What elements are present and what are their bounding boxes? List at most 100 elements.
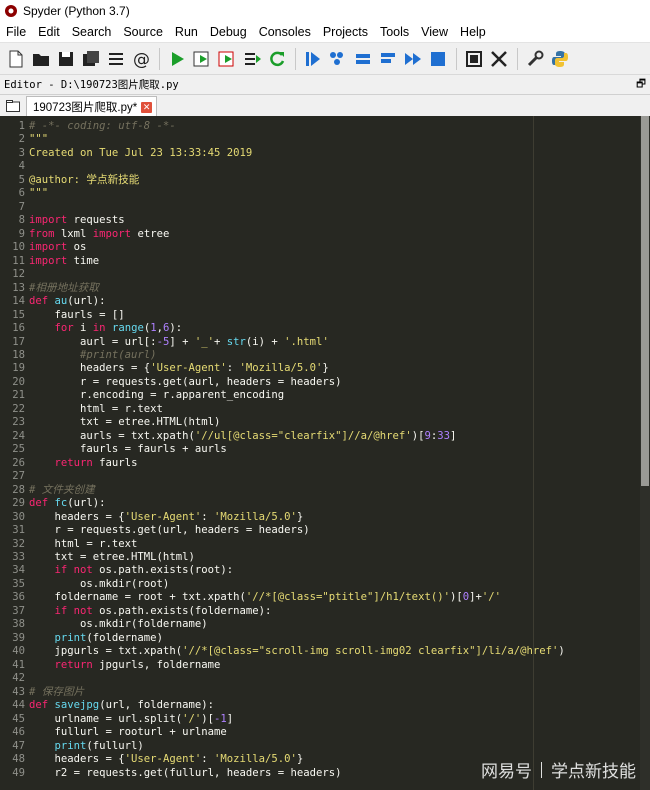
close-tab-icon[interactable]: ✕ bbox=[141, 101, 153, 113]
step-into-icon[interactable] bbox=[351, 47, 375, 71]
menu-edit[interactable]: Edit bbox=[32, 25, 66, 39]
code-line: 24 aurls = txt.xpath('//ul[@class="clear… bbox=[0, 430, 565, 443]
open-folder-icon[interactable] bbox=[29, 47, 53, 71]
scrollbar-thumb[interactable] bbox=[641, 116, 649, 486]
code-token-default: (i) + bbox=[245, 335, 285, 348]
code-token-default bbox=[29, 564, 55, 576]
code-line: 38 os.mkdir(foldername) bbox=[0, 618, 565, 631]
code-text: import os bbox=[29, 241, 86, 254]
code-text: # -*- coding: utf-8 -*- bbox=[29, 120, 176, 133]
step-icon[interactable] bbox=[326, 47, 350, 71]
menu-source[interactable]: Source bbox=[117, 25, 169, 39]
preferences-icon[interactable] bbox=[523, 47, 547, 71]
fullscreen-icon[interactable] bbox=[487, 47, 511, 71]
code-token-default: requests bbox=[67, 214, 125, 227]
code-token-builtin: print bbox=[54, 631, 87, 644]
code-text: # 保存图片 bbox=[29, 686, 84, 699]
run-cell-advance-icon[interactable] bbox=[215, 47, 239, 71]
code-line: 4 bbox=[0, 160, 565, 173]
code-token-string: '_' bbox=[194, 335, 214, 348]
run-icon[interactable] bbox=[165, 47, 189, 71]
code-text: """ bbox=[29, 187, 48, 200]
code-token-string: '//*[@class="ptitle"]/h1/text()' bbox=[245, 591, 450, 604]
code-token-keyword: import bbox=[92, 227, 132, 240]
line-number: 12 bbox=[12, 268, 25, 281]
python-path-icon[interactable] bbox=[548, 47, 572, 71]
code-token-default: fullurl = rooturl + urlname bbox=[29, 726, 227, 739]
menu-consoles[interactable]: Consoles bbox=[253, 25, 317, 39]
code-line: 43 # 保存图片 bbox=[0, 686, 565, 699]
at-icon[interactable]: @ bbox=[129, 47, 153, 71]
code-text: @author: 学点新技能 bbox=[29, 174, 139, 187]
menu-run[interactable]: Run bbox=[169, 25, 204, 39]
menu-help[interactable]: Help bbox=[454, 25, 492, 39]
undock-icon[interactable]: 🗗 bbox=[636, 76, 646, 94]
code-text: urlname = url.split('/')[-1] bbox=[29, 712, 234, 726]
continue-icon[interactable] bbox=[401, 47, 425, 71]
menu-search[interactable]: Search bbox=[66, 25, 118, 39]
code-text: aurl = url[:-5] + '_'+ str(i) + '.html' bbox=[29, 336, 329, 349]
code-text: os.mkdir(root) bbox=[29, 578, 169, 591]
list-icon[interactable] bbox=[104, 47, 128, 71]
maximize-pane-icon[interactable] bbox=[462, 47, 486, 71]
line-number: 45 bbox=[12, 712, 25, 725]
rerun-icon[interactable] bbox=[265, 47, 289, 71]
menu-tools[interactable]: Tools bbox=[374, 25, 415, 39]
code-token-default: html = r.text bbox=[29, 537, 138, 550]
watermark: 网易号 学点新技能 bbox=[481, 757, 636, 782]
code-token-default: (url): bbox=[67, 497, 106, 510]
menu-view[interactable]: View bbox=[415, 25, 454, 39]
code-token-default: faurls bbox=[92, 456, 138, 469]
line-number: 38 bbox=[12, 618, 25, 631]
code-line: 3 Created on Tue Jul 23 13:33:45 2019 bbox=[0, 147, 565, 160]
code-line: 28 # 文件夹创建 bbox=[0, 484, 565, 497]
code-editor[interactable]: 1 # -*- coding: utf-8 -*- 2 """ 3 Created on … bbox=[0, 116, 650, 790]
code-line: 2 """ bbox=[0, 133, 565, 146]
menu-file[interactable]: File bbox=[0, 25, 32, 39]
line-number: 44 bbox=[12, 699, 25, 712]
stop-icon[interactable] bbox=[426, 47, 450, 71]
browse-tabs-icon[interactable] bbox=[0, 95, 26, 117]
save-all-icon[interactable] bbox=[79, 47, 103, 71]
code-token-string: '/' bbox=[182, 712, 202, 725]
code-text: r = requests.get(url, headers = headers) bbox=[29, 524, 310, 537]
save-icon[interactable] bbox=[54, 47, 78, 71]
code-token-default: ] + bbox=[169, 335, 195, 348]
code-token-builtin: savejpg bbox=[54, 699, 100, 712]
run-selection-icon[interactable] bbox=[240, 47, 264, 71]
new-file-icon[interactable] bbox=[4, 47, 28, 71]
vertical-scrollbar[interactable] bbox=[640, 116, 650, 790]
code-token-default: i bbox=[73, 322, 93, 335]
line-number: 39 bbox=[12, 631, 25, 644]
code-line: 32 html = r.text bbox=[0, 538, 565, 551]
code-token-default: } bbox=[296, 753, 304, 766]
tab-current-file[interactable]: 190723图片爬取.py* ✕ bbox=[26, 96, 158, 117]
line-number: 2 bbox=[18, 133, 25, 146]
step-return-icon[interactable] bbox=[376, 47, 400, 71]
code-token-default: jpgurls, foldername bbox=[92, 658, 221, 671]
line-number: 13 bbox=[12, 281, 25, 294]
toolbar-separator bbox=[456, 47, 457, 70]
menu-debug[interactable]: Debug bbox=[204, 25, 253, 39]
code-line: 21 r.encoding = r.apparent_encoding bbox=[0, 389, 565, 402]
code-text: import time bbox=[29, 255, 99, 268]
code-token-comment: # 文件夹创建 bbox=[29, 483, 95, 496]
code-token-default: os.path.exists(foldername): bbox=[92, 604, 272, 617]
code-line: 35 os.mkdir(root) bbox=[0, 578, 565, 591]
line-number: 32 bbox=[12, 537, 25, 550]
menu-bar: File Edit Search Source Run Debug Consol… bbox=[0, 22, 650, 43]
debug-icon[interactable] bbox=[301, 47, 325, 71]
code-line: 12 bbox=[0, 268, 565, 281]
toolbar-separator bbox=[517, 47, 518, 70]
code-token-default: txt = etree.HTML(html) bbox=[29, 416, 221, 429]
code-line: 11 import time bbox=[0, 255, 565, 268]
line-number: 14 bbox=[12, 295, 25, 308]
code-token-default: headers = { bbox=[29, 753, 125, 766]
code-line: 13 #相册地址获取 bbox=[0, 282, 565, 295]
run-cell-icon[interactable] bbox=[190, 47, 214, 71]
menu-projects[interactable]: Projects bbox=[317, 25, 374, 39]
code-token-keyword: import bbox=[29, 214, 68, 227]
code-text: #print(aurl) bbox=[29, 349, 157, 362]
code-token-default: r = requests.get(url, headers = headers) bbox=[29, 524, 310, 537]
editor-pane-label: Editor - D:\190723图片爬取.py bbox=[4, 79, 179, 91]
